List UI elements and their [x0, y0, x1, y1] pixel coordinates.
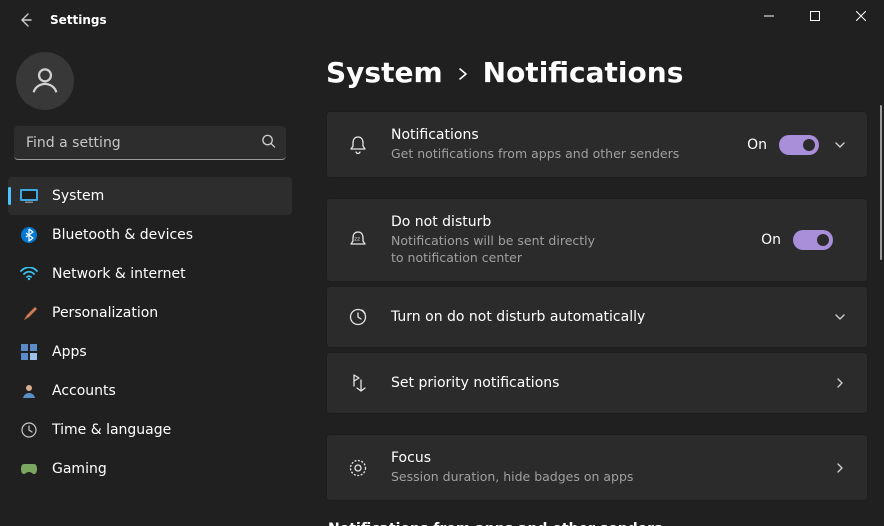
paintbrush-icon	[20, 304, 38, 322]
chevron-down-icon[interactable]	[833, 310, 847, 324]
sidebar-item-label: Network & internet	[52, 266, 186, 282]
sidebar-item-accounts[interactable]: Accounts	[8, 372, 292, 410]
sidebar-item-network[interactable]: Network & internet	[8, 255, 292, 293]
card-subtitle: Get notifications from apps and other se…	[391, 146, 747, 163]
sidebar-item-system[interactable]: System	[8, 177, 292, 215]
card-subtitle: Notifications will be sent directly to n…	[391, 233, 611, 267]
card-auto-dnd[interactable]: Turn on do not disturb automatically	[326, 286, 868, 348]
close-icon	[856, 11, 866, 21]
sidebar-item-label: Bluetooth & devices	[52, 227, 193, 243]
wifi-icon	[20, 265, 38, 283]
sidebar-item-bluetooth[interactable]: Bluetooth & devices	[8, 216, 292, 254]
toggle-status: On	[747, 137, 767, 153]
card-do-not-disturb[interactable]: zz Do not disturb Notifications will be …	[326, 198, 868, 282]
sidebar-item-time[interactable]: Time & language	[8, 411, 292, 449]
svg-text:zz: zz	[354, 237, 360, 243]
chevron-right-icon[interactable]	[833, 376, 847, 390]
card-title: Do not disturb	[391, 213, 761, 231]
dnd-toggle[interactable]	[793, 230, 833, 250]
chevron-right-icon[interactable]	[833, 461, 847, 475]
card-title: Notifications	[391, 126, 747, 144]
sidebar-item-label: Gaming	[52, 461, 107, 477]
breadcrumb-parent[interactable]: System	[326, 56, 443, 89]
dnd-icon: zz	[347, 230, 369, 250]
app-title: Settings	[50, 13, 107, 27]
chevron-down-icon[interactable]	[833, 138, 847, 152]
sidebar-item-label: Apps	[52, 344, 87, 360]
breadcrumb: System Notifications	[326, 56, 868, 89]
titlebar: Settings	[0, 0, 884, 40]
maximize-button[interactable]	[792, 0, 838, 32]
scrollbar[interactable]	[880, 105, 882, 260]
back-button[interactable]	[16, 10, 36, 30]
priority-icon	[347, 373, 369, 393]
search-input[interactable]	[14, 126, 286, 160]
search-icon	[261, 134, 276, 153]
apps-icon	[20, 343, 38, 361]
card-subtitle: Session duration, hide badges on apps	[391, 469, 833, 486]
main-content: System Notifications Notifications Get n…	[300, 40, 884, 526]
maximize-icon	[810, 11, 820, 21]
close-button[interactable]	[838, 0, 884, 32]
bluetooth-icon	[20, 226, 38, 244]
sidebar-item-gaming[interactable]: Gaming	[8, 450, 292, 488]
sidebar: System Bluetooth & devices Network & int…	[0, 40, 300, 526]
card-notifications[interactable]: Notifications Get notifications from app…	[326, 111, 868, 178]
clock-globe-icon	[20, 421, 38, 439]
person-icon	[28, 64, 62, 98]
sidebar-item-label: Time & language	[52, 422, 171, 438]
sidebar-item-label: Accounts	[52, 383, 116, 399]
account-icon	[20, 382, 38, 400]
system-icon	[20, 187, 38, 205]
sidebar-item-personalization[interactable]: Personalization	[8, 294, 292, 332]
minimize-button[interactable]	[746, 0, 792, 32]
chevron-right-icon	[457, 66, 469, 86]
card-title: Turn on do not disturb automatically	[391, 308, 833, 326]
card-priority-notifications[interactable]: Set priority notifications	[326, 352, 868, 414]
sidebar-item-label: System	[52, 188, 104, 204]
clock-arrow-icon	[347, 307, 369, 327]
sidebar-item-apps[interactable]: Apps	[8, 333, 292, 371]
arrow-left-icon	[18, 12, 34, 28]
card-title: Focus	[391, 449, 833, 467]
avatar[interactable]	[16, 52, 74, 110]
notifications-toggle[interactable]	[779, 135, 819, 155]
section-header-apps: Notifications from apps and other sender…	[328, 521, 868, 526]
breadcrumb-current: Notifications	[483, 56, 684, 89]
bell-icon	[347, 135, 369, 155]
focus-icon	[347, 458, 369, 478]
gamepad-icon	[20, 460, 38, 478]
sidebar-item-label: Personalization	[52, 305, 158, 321]
card-title: Set priority notifications	[391, 374, 833, 392]
minimize-icon	[764, 11, 774, 21]
card-focus[interactable]: Focus Session duration, hide badges on a…	[326, 434, 868, 501]
toggle-status: On	[761, 232, 781, 248]
